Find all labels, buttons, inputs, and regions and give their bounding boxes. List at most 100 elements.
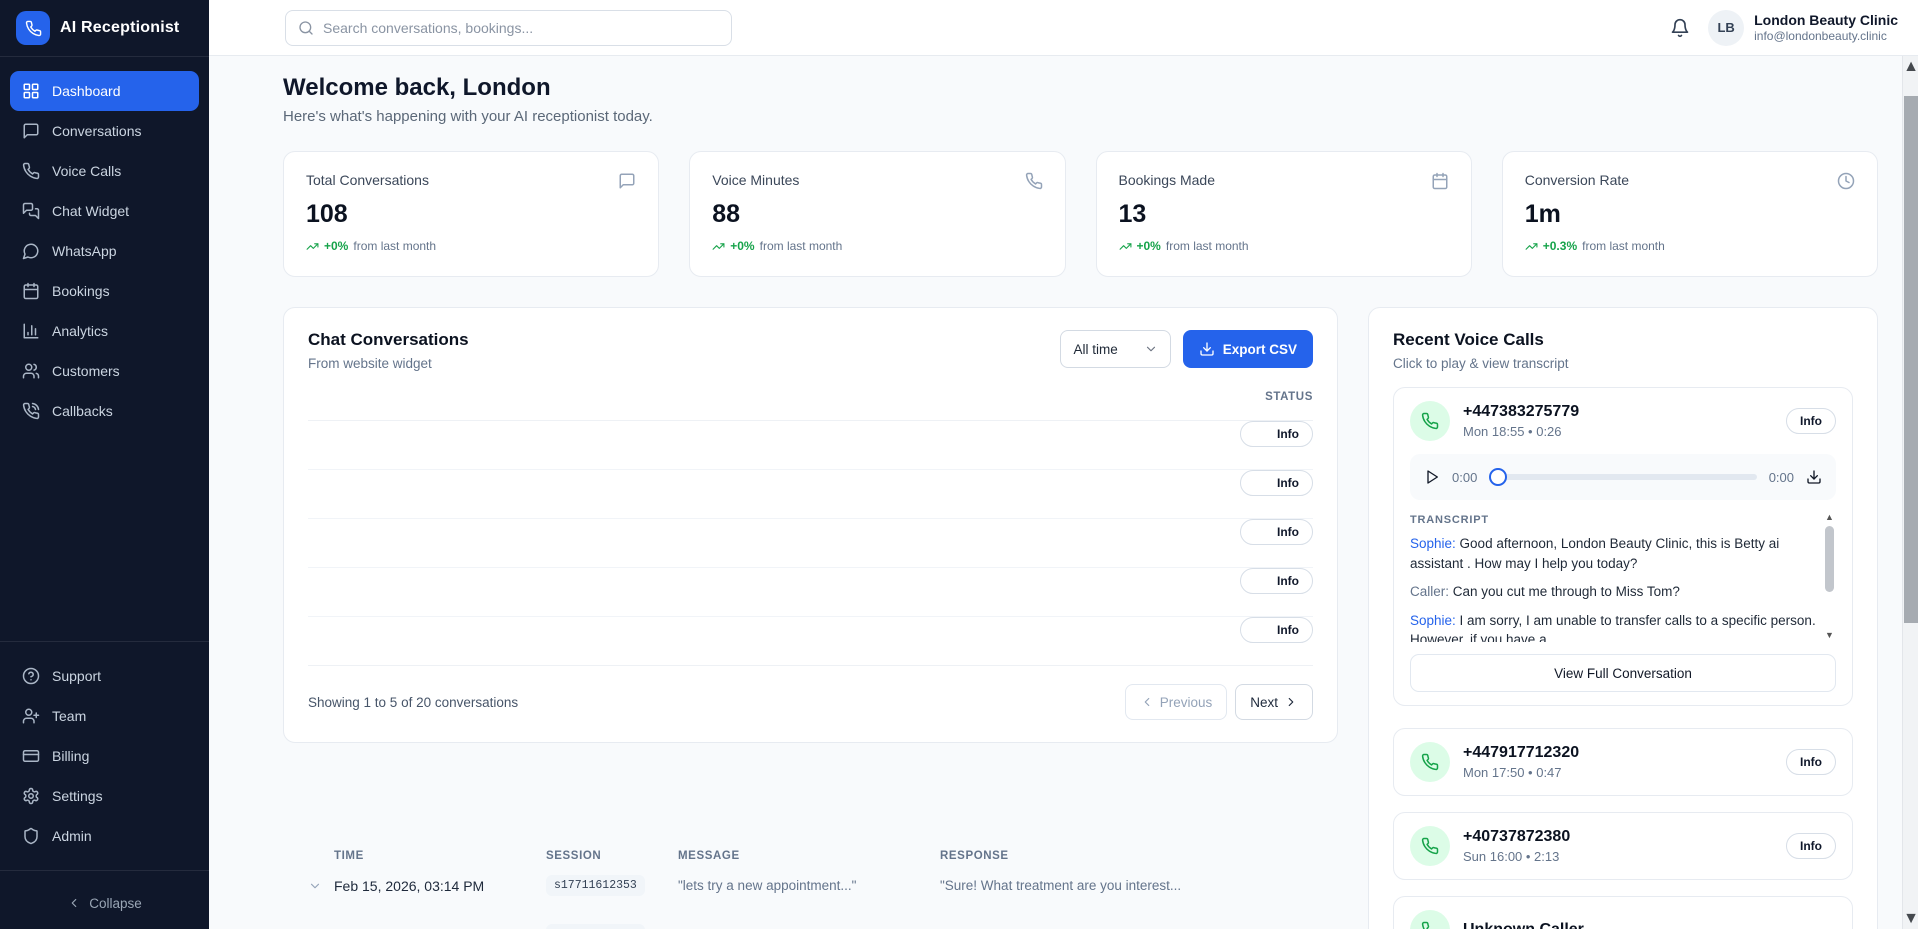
info-button[interactable]: Info: [1240, 568, 1313, 594]
delta-value: +0.3%: [1543, 239, 1577, 253]
voice-call-card[interactable]: +447917712320Mon 17:50 • 0:47Info: [1393, 728, 1853, 796]
row-expand-icon[interactable]: [308, 879, 334, 893]
collapse-button[interactable]: Collapse: [0, 877, 209, 929]
search-input[interactable]: [323, 20, 719, 36]
chat-bubble-icon: [618, 172, 636, 190]
scroll-up-arrow[interactable]: ▲: [1903, 58, 1918, 75]
call-number: +447383275779: [1463, 403, 1579, 421]
play-icon[interactable]: [1424, 469, 1440, 485]
table-row[interactable]: Feb 15, 2026, 03:37 AMtest-fix-123"Hello…: [308, 617, 1313, 666]
sidebar-item-label: Team: [52, 708, 86, 724]
audio-player: 0:00 0:00: [1410, 454, 1836, 500]
total-time: 0:00: [1769, 470, 1794, 485]
view-full-conversation-button[interactable]: View Full Conversation: [1410, 654, 1836, 692]
stat-delta: +0%from last month: [306, 239, 636, 253]
calendar-icon: [1431, 172, 1449, 190]
cell-response: "Sure! What treatment are you interest..…: [940, 878, 1240, 893]
sidebar: AI Receptionist Dashboard Conversations Vo…: [0, 0, 209, 929]
table-row[interactable]: Feb 15, 2026, 03:14 PMs17711612353"lets …: [308, 421, 1313, 470]
clock-icon: [1837, 172, 1855, 190]
chevron-left-icon: [1140, 695, 1154, 709]
sidebar-item-dashboard[interactable]: Dashboard: [10, 71, 199, 111]
user-menu[interactable]: LB London Beauty Clinic info@londonbeaut…: [1708, 10, 1898, 46]
sidebar-item-label: Chat Widget: [52, 203, 129, 219]
transcript-message: Sophie: Good afternoon, London Beauty Cl…: [1410, 534, 1818, 573]
app-title: AI Receptionist: [60, 19, 179, 37]
stat-card: Total Conversations108+0%from last month: [283, 151, 659, 277]
chat-widget-icon: [22, 202, 40, 220]
column-header-message: MESSAGE: [678, 850, 940, 862]
sidebar-item-support[interactable]: Support: [10, 656, 199, 696]
sidebar-item-settings[interactable]: Settings: [10, 776, 199, 816]
trending-up-icon: [1525, 240, 1538, 253]
chat-conversations-panel: Chat Conversations From website widget A…: [283, 307, 1338, 743]
sidebar-item-conversations[interactable]: Conversations: [10, 111, 199, 151]
transcript-speaker: Sophie:: [1410, 536, 1460, 551]
stats-row: Total Conversations108+0%from last month…: [283, 151, 1878, 277]
sidebar-item-callbacks[interactable]: Callbacks: [10, 391, 199, 431]
info-button[interactable]: Info: [1240, 519, 1313, 545]
sidebar-item-label: Dashboard: [52, 83, 121, 99]
search-box: [285, 10, 732, 46]
previous-button[interactable]: Previous: [1125, 684, 1228, 720]
stat-label: Voice Minutes: [712, 172, 799, 188]
bell-icon[interactable]: [1670, 18, 1690, 38]
team-icon: [22, 707, 40, 725]
trending-up-icon: [712, 240, 725, 253]
sidebar-item-team[interactable]: Team: [10, 696, 199, 736]
seek-slider[interactable]: [1489, 467, 1756, 487]
transcript-speaker: Sophie:: [1410, 613, 1460, 628]
transcript-speaker: Caller:: [1410, 584, 1453, 599]
export-csv-button[interactable]: Export CSV: [1183, 330, 1313, 368]
scroll-down-arrow[interactable]: ▼: [1903, 910, 1918, 927]
phone-icon: [1410, 910, 1450, 929]
voice-call-card[interactable]: Unknown Caller: [1393, 896, 1853, 929]
sidebar-item-chat-widget[interactable]: Chat Widget: [10, 191, 199, 231]
stat-value: 13: [1119, 200, 1449, 229]
sidebar-item-admin[interactable]: Admin: [10, 816, 199, 856]
delta-value: +0%: [730, 239, 754, 253]
divider: [0, 641, 209, 642]
delta-suffix: from last month: [1166, 239, 1249, 253]
info-button[interactable]: Info: [1240, 421, 1313, 447]
slider-handle[interactable]: [1489, 468, 1507, 486]
table-row[interactable]: Feb 15, 2026, 04:07 AMs17711212429"hello…: [308, 519, 1313, 568]
download-icon[interactable]: [1806, 469, 1822, 485]
voice-call-card-expanded: +447383275779 Mon 18:55 • 0:26 Info 0:00: [1393, 387, 1853, 706]
scrollbar-thumb[interactable]: [1904, 96, 1918, 623]
time-filter-select[interactable]: All time: [1060, 330, 1170, 368]
voice-call-card[interactable]: +40737872380Sun 16:00 • 2:13Info: [1393, 812, 1853, 880]
table-row[interactable]: Feb 15, 2026, 02:44 PMs17711594387"good …: [308, 470, 1313, 519]
voice-call-header[interactable]: +447383275779 Mon 18:55 • 0:26 Info: [1410, 401, 1836, 441]
sidebar-item-label: Voice Calls: [52, 163, 121, 179]
info-button[interactable]: Info: [1240, 617, 1313, 643]
stat-delta: +0% from last month: [712, 239, 1042, 253]
info-button[interactable]: Info: [1240, 470, 1313, 496]
session-badge: s17711612353: [546, 875, 645, 896]
stat-label: Bookings Made: [1119, 172, 1216, 188]
topbar: LB London Beauty Clinic info@londonbeaut…: [209, 0, 1918, 56]
phone-icon: [16, 11, 50, 45]
info-button[interactable]: Info: [1786, 833, 1836, 859]
sidebar-item-billing[interactable]: Billing: [10, 736, 199, 776]
trending-up-icon: [1119, 240, 1132, 253]
scroll-up-arrow[interactable]: ▲: [1825, 512, 1834, 524]
sidebar-item-voice-calls[interactable]: Voice Calls: [10, 151, 199, 191]
stat-label: Total Conversations: [306, 172, 429, 188]
delta-suffix: from last month: [1582, 239, 1665, 253]
current-time: 0:00: [1452, 470, 1477, 485]
sidebar-item-whatsapp[interactable]: WhatsApp: [10, 231, 199, 271]
table-row[interactable]: Feb 15, 2026, 03:40 AMs17711196420"hi be…: [308, 568, 1313, 617]
delta-suffix: from last month: [760, 239, 843, 253]
stat-label: Conversion Rate: [1525, 172, 1629, 188]
sidebar-item-customers[interactable]: Customers: [10, 351, 199, 391]
info-button[interactable]: Info: [1786, 749, 1836, 775]
scrollbar-thumb[interactable]: [1825, 526, 1834, 592]
call-meta: Mon 17:50 • 0:47: [1463, 765, 1579, 780]
sidebar-item-analytics[interactable]: Analytics: [10, 311, 199, 351]
sidebar-item-label: Customers: [52, 363, 120, 379]
scroll-down-arrow[interactable]: ▼: [1825, 630, 1834, 642]
info-button[interactable]: Info: [1786, 408, 1836, 434]
next-button[interactable]: Next: [1235, 684, 1313, 720]
sidebar-item-bookings[interactable]: Bookings: [10, 271, 199, 311]
